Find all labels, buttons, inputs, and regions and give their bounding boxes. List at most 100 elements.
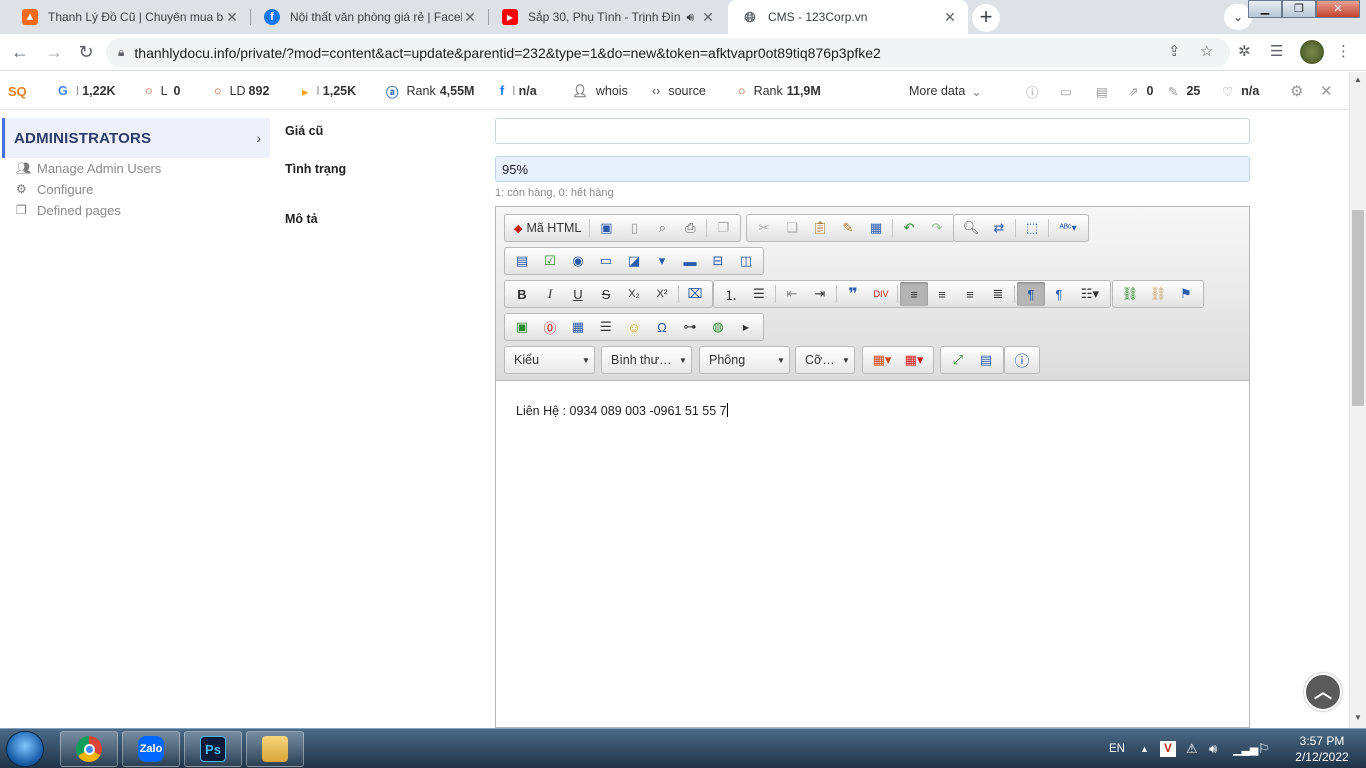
- tab-youtube-music[interactable]: ▶ Sắp 30, Phụ Tình - Trịnh Đình 🔊︎ ✕: [488, 0, 726, 34]
- align-left-icon[interactable]: ≡: [900, 282, 928, 306]
- volume-icon[interactable]: 🔊︎: [1209, 729, 1217, 768]
- seo-edits[interactable]: ✎ 25: [1168, 72, 1200, 110]
- checkbox-icon[interactable]: ☑: [536, 249, 564, 273]
- cut-icon[interactable]: ✂: [750, 216, 778, 240]
- info-icon[interactable]: ⓘ: [1026, 72, 1039, 110]
- seo-whois[interactable]: 👤︎ whois: [572, 72, 628, 110]
- templates-icon[interactable]: ❐: [709, 216, 737, 240]
- seo-semrush-rank[interactable]: ○ Rank 11,9M: [738, 72, 821, 110]
- indent-icon[interactable]: ⇥: [806, 282, 834, 306]
- chrome-menu-icon[interactable]: ⋮: [1336, 42, 1351, 60]
- smiley-icon[interactable]: ☺: [620, 315, 648, 339]
- seo-facebook[interactable]: f In/a: [500, 72, 537, 110]
- show-hidden-icons-icon[interactable]: ▲: [1140, 729, 1149, 768]
- start-button[interactable]: [6, 731, 44, 767]
- link-icon[interactable]: ⛓: [1116, 282, 1144, 306]
- select-all-icon[interactable]: ⬚: [1018, 216, 1046, 240]
- seo-google-index[interactable]: G I 1,22K: [58, 72, 116, 110]
- taskbar-chrome[interactable]: [60, 731, 118, 767]
- numbered-list-icon[interactable]: ⒈: [717, 282, 745, 306]
- style-dropdown[interactable]: Kiểu ▼: [504, 346, 595, 374]
- language-icon[interactable]: ☷▾: [1073, 282, 1107, 306]
- anchor-flag-icon[interactable]: ⚑: [1172, 282, 1200, 306]
- special-char-icon[interactable]: Ω: [648, 315, 676, 339]
- font-dropdown[interactable]: Phông ▼: [699, 346, 790, 374]
- page-break-icon[interactable]: ⊶: [676, 315, 704, 339]
- undo-icon[interactable]: ↶: [895, 216, 923, 240]
- radio-icon[interactable]: ◉: [564, 249, 592, 273]
- text-color-icon[interactable]: ▦▾: [866, 348, 898, 372]
- select-field-icon[interactable]: ▾: [648, 249, 676, 273]
- maximize-icon[interactable]: ❐: [1282, 0, 1316, 18]
- reload-icon[interactable]: ↻: [74, 40, 98, 64]
- seo-more-data[interactable]: More data ⌄: [909, 72, 982, 110]
- italic-icon[interactable]: I: [536, 282, 564, 306]
- close-window-icon[interactable]: ✕: [1316, 0, 1360, 18]
- redo-icon[interactable]: ↷: [923, 216, 951, 240]
- lock-icon[interactable]: 🔒︎: [118, 45, 124, 60]
- profile-avatar[interactable]: [1300, 40, 1324, 64]
- form-icon[interactable]: ▤: [508, 249, 536, 273]
- settings-gear-icon[interactable]: ⚙: [1290, 72, 1303, 110]
- seo-trust[interactable]: ♡ n/a: [1222, 72, 1259, 110]
- align-justify-icon[interactable]: ≣: [984, 282, 1012, 306]
- iframe-globe-icon[interactable]: ◍: [704, 315, 732, 339]
- address-bar[interactable]: 🔒︎ thanhlydocu.info/private/?mod=content…: [106, 38, 1230, 67]
- page-scrollbar[interactable]: ▲ ▼: [1349, 72, 1366, 728]
- seo-alexa-rank[interactable]: ⓐ Rank 4,55M: [386, 72, 474, 110]
- sidebar-item-manage-admin-users[interactable]: 👥︎ Manage Admin Users: [16, 158, 161, 178]
- sidebar-item-defined-pages[interactable]: ❐ Defined pages: [16, 200, 121, 220]
- taskbar-photoshop[interactable]: Ps: [184, 731, 242, 767]
- button-field-icon[interactable]: ▬: [676, 249, 704, 273]
- minimize-icon[interactable]: ▁: [1248, 0, 1282, 18]
- forward-arrow-icon[interactable]: →: [42, 40, 66, 64]
- seo-external-links[interactable]: ⇗ 0: [1128, 72, 1153, 110]
- flash-icon[interactable]: ⓪: [536, 315, 564, 339]
- tab-cms-123corp[interactable]: 🌐︎ CMS - 123Corp.vn ✕: [728, 0, 968, 34]
- show-blocks-icon[interactable]: ▤: [972, 348, 1000, 372]
- paste-text-icon[interactable]: ✎: [834, 216, 862, 240]
- system-clock[interactable]: 3:57 PM 2/12/2022: [1282, 733, 1362, 765]
- page-info-icon[interactable]: ▤: [1096, 72, 1108, 110]
- scroll-up-icon[interactable]: ▲: [1350, 72, 1366, 88]
- youtube-icon[interactable]: ▶︎: [732, 315, 760, 339]
- spellcheck-icon[interactable]: ᴬᴮᶜ▾: [1051, 216, 1085, 240]
- share-icon[interactable]: ⇪: [1168, 42, 1181, 60]
- find-icon[interactable]: 🔍︎: [957, 216, 985, 240]
- table-icon[interactable]: ▦: [564, 315, 592, 339]
- signal-bars-icon[interactable]: ▁▃▅: [1233, 729, 1258, 768]
- background-color-icon[interactable]: ▦▾: [898, 348, 930, 372]
- strikethrough-icon[interactable]: S: [592, 282, 620, 306]
- media-queue-icon[interactable]: ☰: [1270, 42, 1283, 60]
- old-price-input[interactable]: [495, 118, 1250, 144]
- status-input[interactable]: [495, 156, 1250, 182]
- scroll-to-top-button[interactable]: ︿: [1304, 673, 1342, 711]
- size-dropdown[interactable]: Cỡ… ▼: [795, 346, 855, 374]
- scroll-down-icon[interactable]: ▼: [1350, 710, 1366, 726]
- speaker-icon[interactable]: 🔊︎: [686, 10, 694, 25]
- new-tab-button[interactable]: +: [972, 4, 1000, 32]
- close-tab-icon[interactable]: ✕: [224, 9, 240, 26]
- align-center-icon[interactable]: ≡: [928, 282, 956, 306]
- editor-content[interactable]: Liên Hệ : 0934 089 003 -0961 51 55 7: [516, 403, 728, 418]
- diagnosis-icon[interactable]: ▭: [1060, 72, 1072, 110]
- text-field-icon[interactable]: ▭: [592, 249, 620, 273]
- image-button-icon[interactable]: ⊟: [704, 249, 732, 273]
- unlink-icon[interactable]: ⛓: [1144, 282, 1172, 306]
- replace-icon[interactable]: ⇄: [985, 216, 1013, 240]
- underline-icon[interactable]: U: [564, 282, 592, 306]
- tab-thanh-ly-do-cu[interactable]: ▲ Thanh Lý Đồ Cũ | Chuyên mua bá ✕: [8, 0, 250, 34]
- preview-icon[interactable]: ⌕: [648, 216, 676, 240]
- tray-vivaldi-icon[interactable]: V: [1160, 729, 1176, 768]
- language-indicator[interactable]: EN: [1109, 729, 1125, 768]
- seo-l-metric[interactable]: ○ L0: [145, 72, 180, 110]
- sidebar-heading-administrators[interactable]: ADMINISTRATORS ›: [2, 118, 270, 158]
- new-page-icon[interactable]: ▯: [620, 216, 648, 240]
- seo-ld-metric[interactable]: ○ LD 892: [214, 72, 269, 110]
- hidden-field-icon[interactable]: ◫: [732, 249, 760, 273]
- superscript-icon[interactable]: X²: [648, 282, 676, 306]
- source-html-button[interactable]: ◆ Mã HTML: [508, 216, 587, 240]
- bookmark-star-icon[interactable]: ☆: [1200, 42, 1213, 60]
- print-icon[interactable]: ⎙: [676, 216, 704, 240]
- taskbar-explorer[interactable]: [246, 731, 304, 767]
